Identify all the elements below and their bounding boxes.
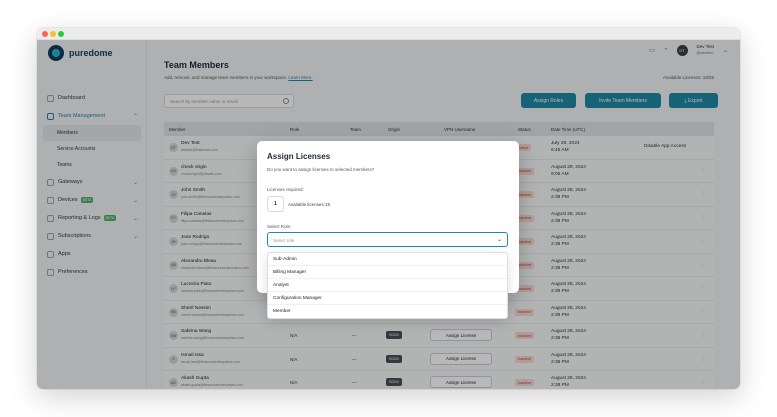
- modal-description: Do you want to assign licenses to select…: [267, 167, 375, 172]
- title-bar: [37, 28, 740, 40]
- chevron-down-icon: ⌄: [496, 237, 502, 243]
- licenses-required-label: Licenses required:: [267, 187, 304, 192]
- role-option-configuration-manager[interactable]: Configuration Manager: [268, 292, 507, 305]
- select-role-label: Select Role:: [267, 224, 292, 229]
- licenses-count: 1: [267, 196, 284, 212]
- role-select[interactable]: Select role ⌄: [267, 232, 508, 247]
- role-option-member[interactable]: Member: [268, 305, 507, 318]
- role-option-billing-manager[interactable]: Billing Manager: [268, 266, 507, 279]
- minimize-window-dot[interactable]: [50, 31, 56, 37]
- role-dropdown-menu: Sub-Admin Billing Manager Analyst Config…: [267, 252, 508, 319]
- role-option-analyst[interactable]: Analyst: [268, 279, 507, 292]
- app-window: puredome Dashboard Team Management ⌃ Memb…: [37, 28, 740, 389]
- available-licenses-text: Available licenses:19: [288, 202, 330, 207]
- maximize-window-dot[interactable]: [58, 31, 64, 37]
- close-window-dot[interactable]: [42, 31, 48, 37]
- role-select-placeholder: Select role: [273, 238, 295, 243]
- modal-title: Assign Licenses: [267, 152, 331, 161]
- role-option-sub-admin[interactable]: Sub-Admin: [268, 253, 507, 266]
- app-body: puredome Dashboard Team Management ⌃ Memb…: [37, 40, 740, 389]
